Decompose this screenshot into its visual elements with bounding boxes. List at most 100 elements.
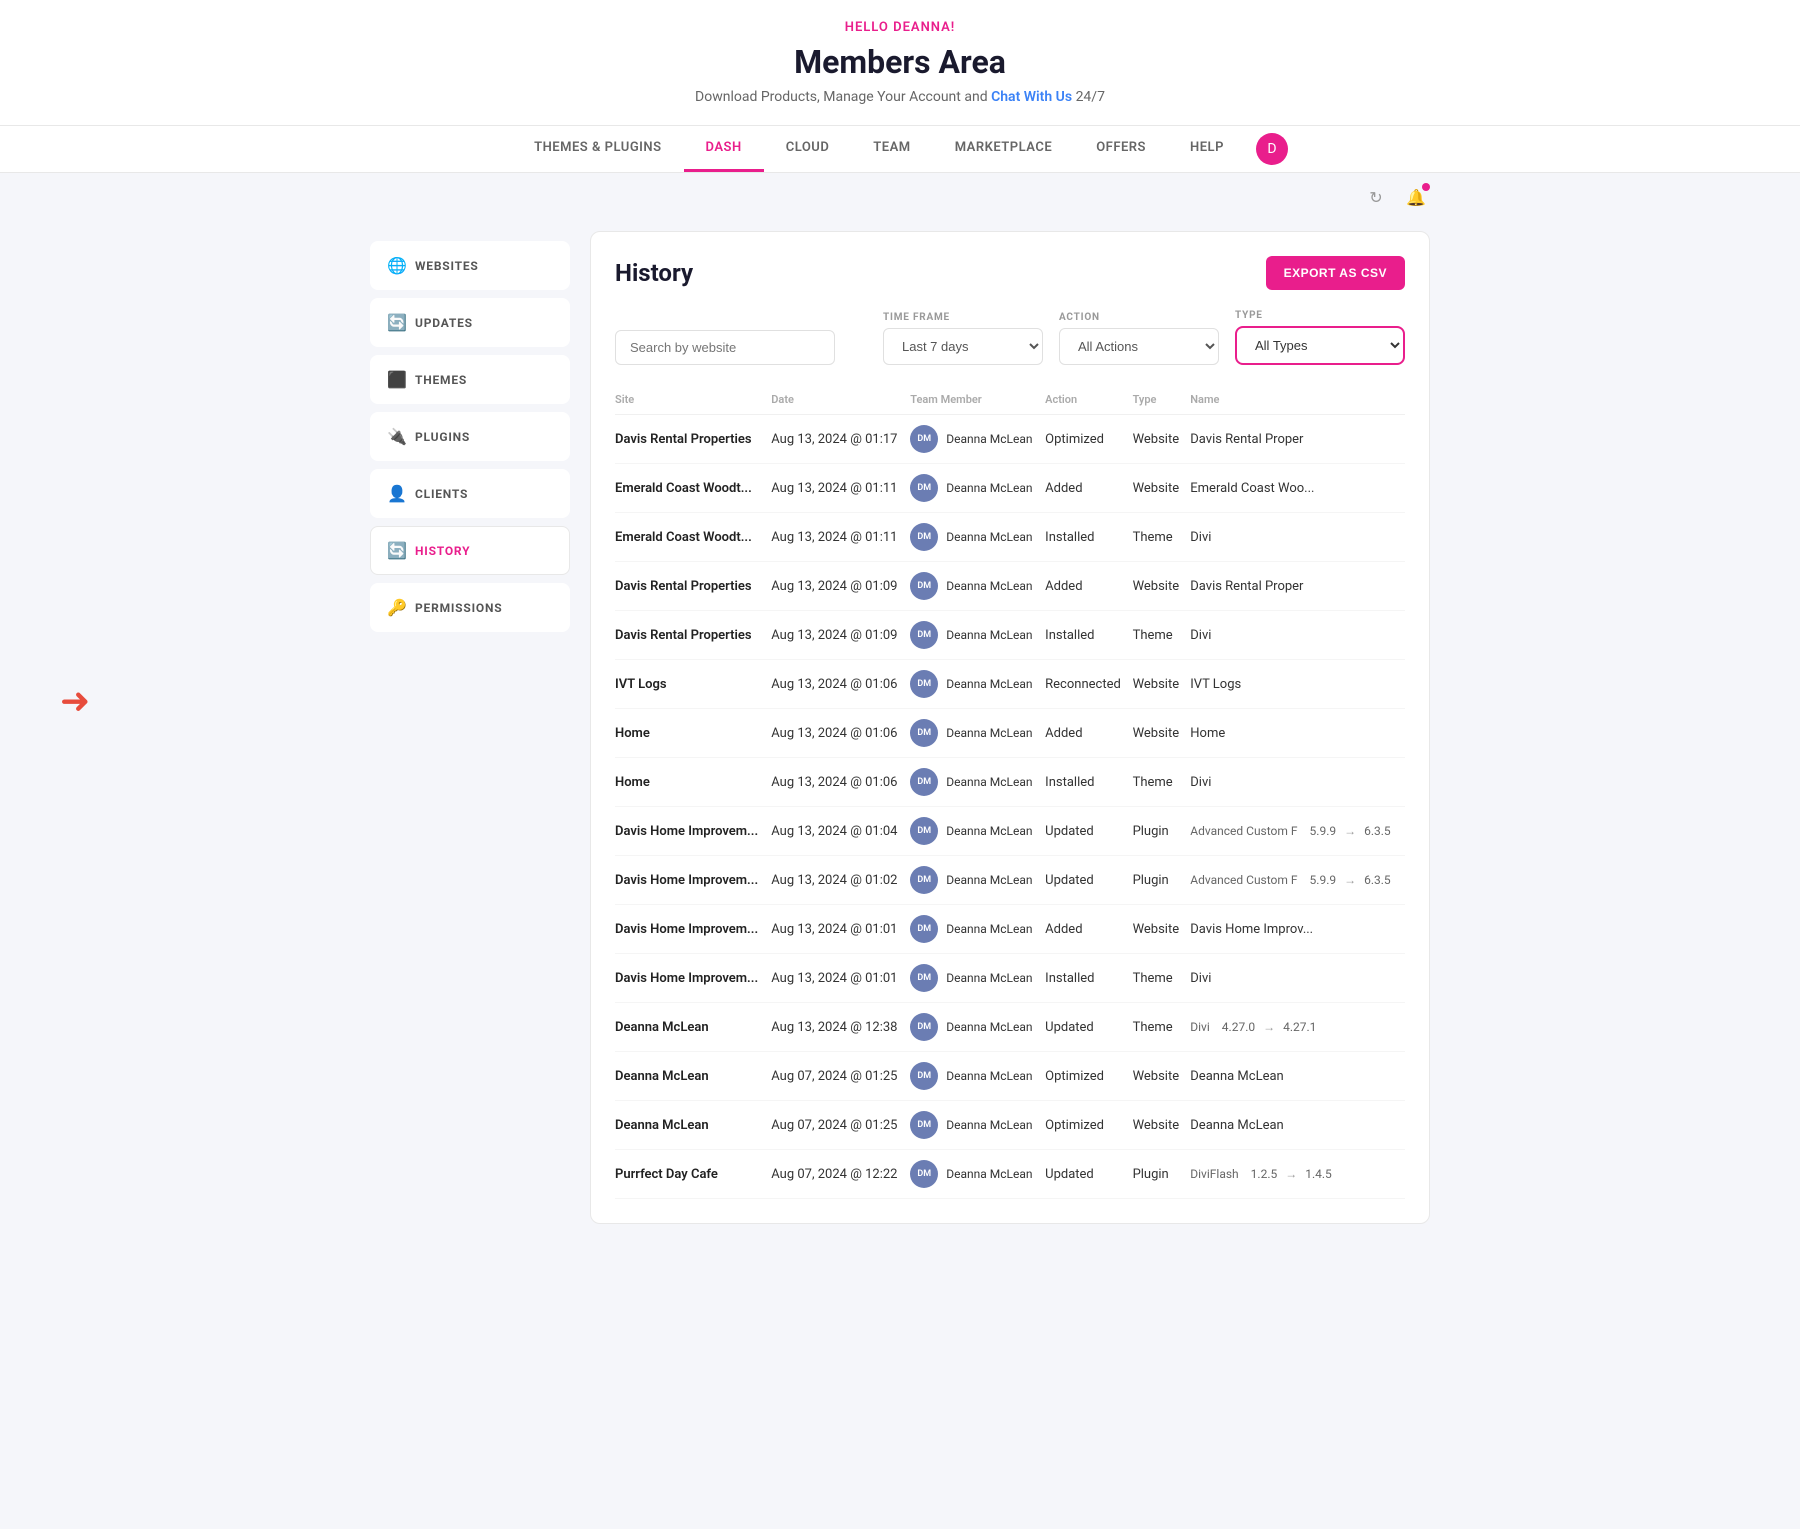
cell-type: Theme bbox=[1133, 611, 1191, 660]
col-type: Type bbox=[1133, 385, 1191, 415]
cell-action: Updated bbox=[1045, 1150, 1132, 1199]
sidebar-label-themes: THEMES bbox=[415, 373, 467, 387]
cell-member: DMDeanna McLean bbox=[910, 513, 1045, 562]
cell-action: Added bbox=[1045, 464, 1132, 513]
type-group: TYPE All Types Website Theme Plugin bbox=[1235, 310, 1405, 365]
table-row: HomeAug 13, 2024 @ 01:06DMDeanna McLeanI… bbox=[615, 758, 1405, 807]
search-input[interactable] bbox=[615, 330, 835, 365]
table-row: Davis Rental PropertiesAug 13, 2024 @ 01… bbox=[615, 611, 1405, 660]
sidebar-item-websites[interactable]: 🌐 WEBSITES bbox=[370, 241, 570, 290]
cell-member: DMDeanna McLean bbox=[910, 660, 1045, 709]
cell-date: Aug 13, 2024 @ 01:06 bbox=[771, 660, 910, 709]
cell-name: Davis Rental Proper bbox=[1190, 415, 1405, 464]
avatar: DM bbox=[910, 425, 938, 453]
table-row: Davis Home Improvem...Aug 13, 2024 @ 01:… bbox=[615, 954, 1405, 1003]
sidebar-label-permissions: PERMISSIONS bbox=[415, 601, 502, 615]
type-select[interactable]: All Types Website Theme Plugin bbox=[1235, 326, 1405, 365]
nav-marketplace[interactable]: MARKETPLACE bbox=[933, 126, 1075, 172]
cell-action: Optimized bbox=[1045, 1052, 1132, 1101]
cell-name: Advanced Custom F5.9.9→6.3.5 bbox=[1190, 856, 1405, 905]
cell-action: Added bbox=[1045, 709, 1132, 758]
nav-offers[interactable]: OFFERS bbox=[1074, 126, 1168, 172]
sidebar-item-history[interactable]: 🔄 HISTORY bbox=[370, 526, 570, 575]
cell-member: DMDeanna McLean bbox=[910, 464, 1045, 513]
top-header: HELLO DEANNA! Members Area Download Prod… bbox=[0, 0, 1800, 173]
col-date: Date bbox=[771, 385, 910, 415]
cell-site: Davis Home Improvem... bbox=[615, 954, 771, 1003]
cell-date: Aug 13, 2024 @ 01:11 bbox=[771, 513, 910, 562]
cell-type: Plugin bbox=[1133, 807, 1191, 856]
table-row: Davis Rental PropertiesAug 13, 2024 @ 01… bbox=[615, 415, 1405, 464]
cell-type: Theme bbox=[1133, 1003, 1191, 1052]
avatar: DM bbox=[910, 621, 938, 649]
cell-site: Deanna McLean bbox=[615, 1003, 771, 1052]
arrow-pointer: ➜ bbox=[60, 680, 90, 722]
cell-site: Purrfect Day Cafe bbox=[615, 1150, 771, 1199]
avatar: DM bbox=[910, 572, 938, 600]
nav-cloud[interactable]: CLOUD bbox=[764, 126, 852, 172]
history-header: History EXPORT AS CSV bbox=[615, 256, 1405, 290]
cell-date: Aug 13, 2024 @ 01:09 bbox=[771, 562, 910, 611]
cell-site: Davis Home Improvem... bbox=[615, 905, 771, 954]
action-group: ACTION All Actions Added Installed Updat… bbox=[1059, 312, 1219, 365]
cell-type: Plugin bbox=[1133, 856, 1191, 905]
sidebar-item-plugins[interactable]: 🔌 PLUGINS bbox=[370, 412, 570, 461]
cell-type: Theme bbox=[1133, 758, 1191, 807]
cell-date: Aug 13, 2024 @ 01:17 bbox=[771, 415, 910, 464]
notification-icon[interactable]: 🔔 bbox=[1402, 183, 1430, 211]
nav-team[interactable]: TEAM bbox=[851, 126, 932, 172]
themes-icon: ⬛ bbox=[387, 370, 405, 389]
table-row: Deanna McLeanAug 07, 2024 @ 01:25DMDeann… bbox=[615, 1101, 1405, 1150]
avatar: DM bbox=[910, 915, 938, 943]
avatar: DM bbox=[910, 523, 938, 551]
cell-date: Aug 13, 2024 @ 01:06 bbox=[771, 758, 910, 807]
subtitle-suffix: 24/7 bbox=[1076, 89, 1105, 105]
table-row: Deanna McLeanAug 13, 2024 @ 12:38DMDeann… bbox=[615, 1003, 1405, 1052]
time-frame-select[interactable]: Last 7 days Last 30 days Last 90 days Al… bbox=[883, 328, 1043, 365]
sidebar-label-plugins: PLUGINS bbox=[415, 430, 470, 444]
cell-action: Optimized bbox=[1045, 415, 1132, 464]
cell-name: Divi bbox=[1190, 954, 1405, 1003]
cell-date: Aug 07, 2024 @ 01:25 bbox=[771, 1052, 910, 1101]
avatar: DM bbox=[910, 474, 938, 502]
sidebar-label-history: HISTORY bbox=[415, 544, 470, 558]
sidebar-item-clients[interactable]: 👤 CLIENTS bbox=[370, 469, 570, 518]
cell-type: Website bbox=[1133, 415, 1191, 464]
cell-date: Aug 13, 2024 @ 01:02 bbox=[771, 856, 910, 905]
cell-date: Aug 07, 2024 @ 01:25 bbox=[771, 1101, 910, 1150]
cell-member: DMDeanna McLean bbox=[910, 611, 1045, 660]
cell-type: Website bbox=[1133, 1052, 1191, 1101]
nav-help[interactable]: HELP bbox=[1168, 126, 1246, 172]
search-group bbox=[615, 330, 835, 365]
export-csv-button[interactable]: EXPORT AS CSV bbox=[1266, 256, 1405, 290]
nav-dash[interactable]: DASH bbox=[684, 126, 764, 172]
col-name: Name bbox=[1190, 385, 1405, 415]
filters-row: TIME FRAME Last 7 days Last 30 days Last… bbox=[615, 310, 1405, 365]
cell-date: Aug 13, 2024 @ 12:38 bbox=[771, 1003, 910, 1052]
cell-date: Aug 07, 2024 @ 12:22 bbox=[771, 1150, 910, 1199]
table-row: Davis Home Improvem...Aug 13, 2024 @ 01:… bbox=[615, 905, 1405, 954]
refresh-icon[interactable]: ↻ bbox=[1362, 183, 1390, 211]
cell-type: Website bbox=[1133, 709, 1191, 758]
chat-link[interactable]: Chat With Us bbox=[991, 89, 1072, 105]
cell-site: Davis Rental Properties bbox=[615, 415, 771, 464]
cell-action: Updated bbox=[1045, 1003, 1132, 1052]
sidebar-item-updates[interactable]: 🔄 UPDATES bbox=[370, 298, 570, 347]
cell-member: DMDeanna McLean bbox=[910, 758, 1045, 807]
cell-action: Reconnected bbox=[1045, 660, 1132, 709]
col-member: Team Member bbox=[910, 385, 1045, 415]
cell-type: Plugin bbox=[1133, 1150, 1191, 1199]
table-row: HomeAug 13, 2024 @ 01:06DMDeanna McLeanA… bbox=[615, 709, 1405, 758]
cell-date: Aug 13, 2024 @ 01:06 bbox=[771, 709, 910, 758]
sidebar-item-permissions[interactable]: 🔑 PERMISSIONS bbox=[370, 583, 570, 632]
cell-name: Home bbox=[1190, 709, 1405, 758]
cell-type: Website bbox=[1133, 464, 1191, 513]
cell-date: Aug 13, 2024 @ 01:04 bbox=[771, 807, 910, 856]
nav-avatar[interactable]: D bbox=[1256, 133, 1288, 165]
cell-name: Divi bbox=[1190, 758, 1405, 807]
sidebar-item-themes[interactable]: ⬛ THEMES bbox=[370, 355, 570, 404]
nav-themes-plugins[interactable]: THEMES & PLUGINS bbox=[512, 126, 683, 172]
action-select[interactable]: All Actions Added Installed Updated Opti… bbox=[1059, 328, 1219, 365]
time-frame-label: TIME FRAME bbox=[883, 312, 1043, 323]
updates-icon: 🔄 bbox=[387, 313, 405, 332]
